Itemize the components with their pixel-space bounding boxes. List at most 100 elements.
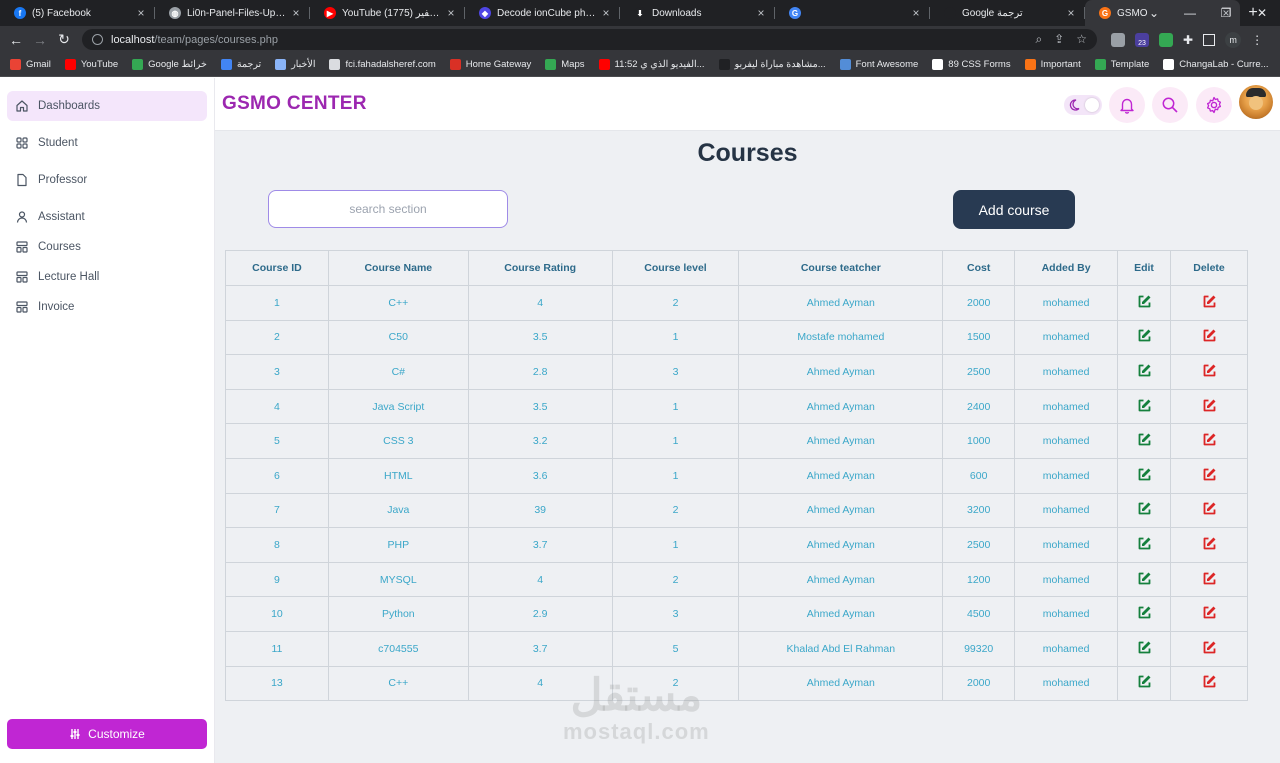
bookmark-item[interactable]: 11:52 الفيديو الذي ي... xyxy=(598,59,705,70)
sidebar-item-student[interactable]: Student xyxy=(7,128,207,158)
bookmark-item[interactable]: Home Gateway xyxy=(449,59,531,70)
browser-tab[interactable]: f (5) Facebook × xyxy=(0,0,155,26)
layout-icon xyxy=(15,240,29,254)
edit-course-button[interactable] xyxy=(1117,388,1171,425)
delete-course-button[interactable] xyxy=(1170,423,1248,459)
tab-title: Li0n-Panel-Files-Update-v xyxy=(187,7,286,19)
bookmark-item[interactable]: مشاهدة مباراة ليفربو... xyxy=(718,59,826,70)
browser-tab[interactable]: ◆ Decode ionCube php | De × xyxy=(465,0,620,26)
notifications-button[interactable] xyxy=(1109,87,1145,123)
edit-course-button[interactable] xyxy=(1117,492,1171,529)
bookmark-item[interactable]: Template xyxy=(1094,59,1149,70)
edit-course-button[interactable] xyxy=(1117,527,1171,563)
table-row: 5 CSS 3 3.2 1 Ahmed Ayman 1000 mohamed xyxy=(225,423,1248,459)
bookmark-item[interactable]: ترجمة xyxy=(220,59,261,70)
browser-tab[interactable]: ▶ YouTube (1775) فك تشفير × xyxy=(310,0,465,26)
edit-course-button[interactable] xyxy=(1117,285,1171,321)
browser-tab[interactable]: G × xyxy=(775,0,930,26)
dark-mode-toggle[interactable] xyxy=(1064,95,1102,115)
delete-course-button[interactable] xyxy=(1170,665,1248,702)
bookmark-item[interactable]: Important xyxy=(1024,59,1081,70)
customize-label: Customize xyxy=(88,727,145,741)
restore-button[interactable]: ❐ xyxy=(1208,6,1244,20)
edit-icon xyxy=(1137,433,1152,450)
edit-course-button[interactable] xyxy=(1117,630,1171,667)
bookmark-item[interactable]: Google خرائط xyxy=(132,59,207,70)
bookmark-item[interactable]: Gmail xyxy=(10,59,51,70)
edit-course-button[interactable] xyxy=(1117,423,1171,459)
settings-button[interactable] xyxy=(1196,87,1232,123)
sidebar-item-label: Courses xyxy=(38,241,81,253)
side-panel-icon[interactable] xyxy=(1203,33,1216,46)
tab-close-icon[interactable]: × xyxy=(910,6,922,20)
add-course-button[interactable]: Add course xyxy=(953,190,1075,229)
search-input[interactable] xyxy=(268,190,508,228)
browser-tab[interactable]: Google ترجمة × xyxy=(930,0,1085,26)
delete-course-button[interactable] xyxy=(1170,319,1248,356)
bookmark-item[interactable]: YouTube xyxy=(64,59,118,70)
table-header-row: Course ID Course Name Course Rating Course … xyxy=(225,250,1248,286)
edit-course-button[interactable] xyxy=(1117,319,1171,356)
close-window-button[interactable]: ✕ xyxy=(1244,6,1280,20)
table-cell: 3.5 xyxy=(467,388,613,425)
bookmark-item[interactable]: الأخبار xyxy=(275,59,315,70)
delete-course-button[interactable] xyxy=(1170,596,1248,632)
edit-course-button[interactable] xyxy=(1117,457,1171,494)
edit-course-button[interactable] xyxy=(1117,665,1171,702)
tab-close-icon[interactable]: × xyxy=(1065,6,1077,20)
share-icon[interactable]: ⇪ xyxy=(1054,32,1064,47)
delete-course-button[interactable] xyxy=(1170,457,1248,494)
sidebar-item-dashboards[interactable]: Dashboards xyxy=(7,91,207,121)
tab-close-icon[interactable]: × xyxy=(600,6,612,20)
user-avatar[interactable] xyxy=(1239,85,1273,119)
browser-tab[interactable]: ⬇ Downloads × xyxy=(620,0,775,26)
menu-icon[interactable]: ⋮ xyxy=(1251,33,1263,47)
delete-course-button[interactable] xyxy=(1170,354,1248,390)
tab-search-icon[interactable]: ⌄ xyxy=(1136,6,1172,20)
delete-course-button[interactable] xyxy=(1170,285,1248,321)
sidebar-item-courses[interactable]: Courses xyxy=(7,232,207,262)
sidebar-item-assistant[interactable]: Assistant xyxy=(7,202,207,232)
search-button[interactable] xyxy=(1152,87,1188,123)
edit-course-button[interactable] xyxy=(1117,596,1171,632)
delete-course-button[interactable] xyxy=(1170,527,1248,563)
delete-course-button[interactable] xyxy=(1170,630,1248,667)
sidebar-item-invoice[interactable]: Invoice xyxy=(7,292,207,322)
bookmark-item[interactable]: Font Awesome xyxy=(839,59,918,70)
back-icon[interactable]: ← xyxy=(4,32,28,48)
edit-course-button[interactable] xyxy=(1117,561,1171,598)
tab-close-icon[interactable]: × xyxy=(135,6,147,20)
bookmark-item[interactable]: ChangaLab - Curre... xyxy=(1163,59,1269,70)
edit-icon xyxy=(1137,502,1152,519)
delete-course-button[interactable] xyxy=(1170,388,1248,425)
edit-course-button[interactable] xyxy=(1117,354,1171,390)
extension-badge-icon[interactable]: 23 xyxy=(1135,32,1149,47)
bookmark-favicon-icon xyxy=(329,59,341,70)
extension-icon[interactable] xyxy=(1159,32,1173,47)
courses-table: Course ID Course Name Course Rating Course … xyxy=(225,250,1248,702)
extension-icon[interactable] xyxy=(1111,32,1125,47)
tab-close-icon[interactable]: × xyxy=(755,6,767,20)
table-body: 1 C++ 4 2 Ahmed Ayman 2000 mohamed 2 C50 3.5 1 Most… xyxy=(225,285,1248,702)
sidebar-item-lecture-hall[interactable]: Lecture Hall xyxy=(7,262,207,292)
bookmark-item[interactable]: fci.fahadalsheref.com xyxy=(329,59,436,70)
bookmark-item[interactable]: 89 CSS Forms xyxy=(932,59,1011,70)
delete-course-button[interactable] xyxy=(1170,561,1248,598)
column-header: Delete xyxy=(1170,250,1248,286)
bookmark-star-icon[interactable]: ☆ xyxy=(1076,32,1087,47)
delete-course-button[interactable] xyxy=(1170,492,1248,529)
tab-close-icon[interactable]: × xyxy=(445,6,457,20)
customize-button[interactable]: Customize xyxy=(7,719,207,749)
sidebar-item-professor[interactable]: Professor xyxy=(7,165,207,195)
zoom-icon[interactable]: ⌕ xyxy=(1035,32,1042,47)
bookmark-item[interactable]: Maps xyxy=(545,59,585,70)
reload-icon[interactable]: ↻ xyxy=(52,31,76,48)
puzzle-icon[interactable]: ✚ xyxy=(1183,33,1193,47)
browser-tab[interactable]: ◍ Li0n-Panel-Files-Update-v × xyxy=(155,0,310,26)
address-bar[interactable]: localhost/team/pages/courses.php ⌕ ⇪ ☆ xyxy=(82,29,1097,50)
profile-avatar[interactable]: m xyxy=(1225,31,1242,48)
minimize-button[interactable]: — xyxy=(1172,6,1208,20)
tab-close-icon[interactable]: × xyxy=(290,6,302,20)
forward-icon[interactable]: → xyxy=(28,32,52,48)
site-info-icon[interactable] xyxy=(92,34,103,45)
